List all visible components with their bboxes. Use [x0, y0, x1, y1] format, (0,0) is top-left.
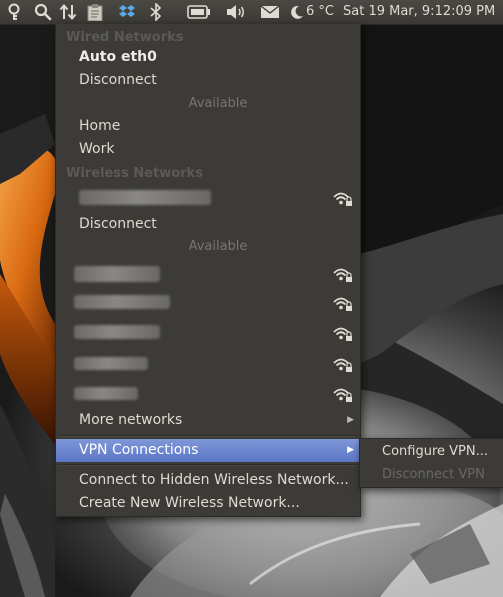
submenu-arrow-icon: ▶	[347, 415, 354, 425]
menu-item-wireless-disconnect[interactable]: Disconnect	[56, 213, 360, 236]
menu-item-home[interactable]: Home	[56, 115, 360, 138]
menu-item-vpn-connections[interactable]: VPN Connections ▶	[56, 439, 360, 462]
menu-item-wireless-network[interactable]	[56, 353, 360, 376]
menu-item-connect-hidden[interactable]: Connect to Hidden Wireless Network...	[56, 469, 360, 492]
wired-networks-header: Wired Networks	[66, 30, 184, 45]
menu-item-auto-eth0[interactable]: Auto eth0	[56, 46, 360, 69]
redacted-network-name	[74, 295, 170, 309]
menu-separator	[58, 435, 358, 437]
redacted-network-name	[79, 190, 211, 205]
moon-icon[interactable]	[290, 0, 304, 24]
menu-item-label: Disconnect	[79, 72, 157, 88]
wifi-signal-lock-icon	[332, 190, 354, 208]
wifi-signal-lock-icon	[332, 266, 354, 284]
menu-item-label: VPN Connections	[79, 442, 199, 458]
menu-item-label: Disconnect VPN	[382, 467, 485, 482]
wifi-signal-lock-icon	[332, 325, 354, 343]
wireless-available-label: Available	[188, 239, 248, 254]
bluetooth-icon[interactable]	[148, 0, 164, 24]
dropbox-icon[interactable]	[117, 0, 137, 24]
menu-item-wired-disconnect[interactable]: Disconnect	[56, 69, 360, 92]
network-menu: Wired Networks Auto eth0 Disconnect Avai…	[55, 24, 361, 517]
redacted-network-name	[74, 357, 148, 370]
menu-item-create-new[interactable]: Create New Wireless Network...	[56, 492, 360, 515]
menu-item-wireless-connected[interactable]	[56, 187, 360, 210]
clock[interactable]: Sat 19 Mar, 9:12:09 PM	[343, 0, 495, 24]
menu-separator	[58, 464, 358, 466]
wifi-signal-lock-icon	[332, 356, 354, 374]
menu-item-label: Configure VPN...	[382, 444, 488, 459]
menu-item-label: More networks	[79, 412, 183, 428]
menu-item-label: Disconnect	[79, 216, 157, 232]
mail-icon[interactable]	[259, 0, 281, 24]
redacted-network-name	[74, 387, 138, 400]
volume-icon[interactable]	[225, 0, 247, 24]
menu-item-work[interactable]: Work	[56, 138, 360, 161]
weather-temperature[interactable]: 6 °C	[306, 0, 334, 24]
clipboard-icon[interactable]	[85, 0, 105, 24]
top-panel: 6 °C Sat 19 Mar, 9:12:09 PM	[0, 0, 503, 25]
menu-item-more-networks[interactable]: More networks ▶	[56, 409, 360, 432]
network-transfer-icon[interactable]	[58, 0, 78, 24]
vpn-submenu: Configure VPN... Disconnect VPN	[359, 438, 503, 488]
menu-item-wireless-network[interactable]	[56, 322, 360, 345]
menu-item-label: Work	[79, 141, 115, 157]
menu-item-wireless-network[interactable]	[56, 263, 360, 286]
menu-item-wireless-network[interactable]	[56, 383, 360, 406]
wired-available-label: Available	[188, 96, 248, 111]
battery-icon[interactable]	[186, 0, 212, 24]
wifi-signal-lock-icon	[332, 386, 354, 404]
keyring-icon[interactable]	[6, 0, 24, 24]
search-icon[interactable]	[33, 0, 53, 24]
redacted-network-name	[74, 325, 160, 339]
redacted-network-name	[74, 266, 160, 282]
menu-item-label: Create New Wireless Network...	[79, 495, 300, 511]
menu-item-label: Auto eth0	[79, 49, 157, 65]
menu-item-wireless-network[interactable]	[56, 292, 360, 315]
menu-item-disconnect-vpn: Disconnect VPN	[360, 463, 503, 486]
wifi-signal-lock-icon	[332, 295, 354, 313]
submenu-arrow-icon: ▶	[347, 445, 354, 455]
menu-item-label: Connect to Hidden Wireless Network...	[79, 472, 349, 488]
menu-item-configure-vpn[interactable]: Configure VPN...	[360, 440, 503, 463]
wireless-networks-header: Wireless Networks	[66, 166, 203, 181]
menu-item-label: Home	[79, 118, 121, 134]
